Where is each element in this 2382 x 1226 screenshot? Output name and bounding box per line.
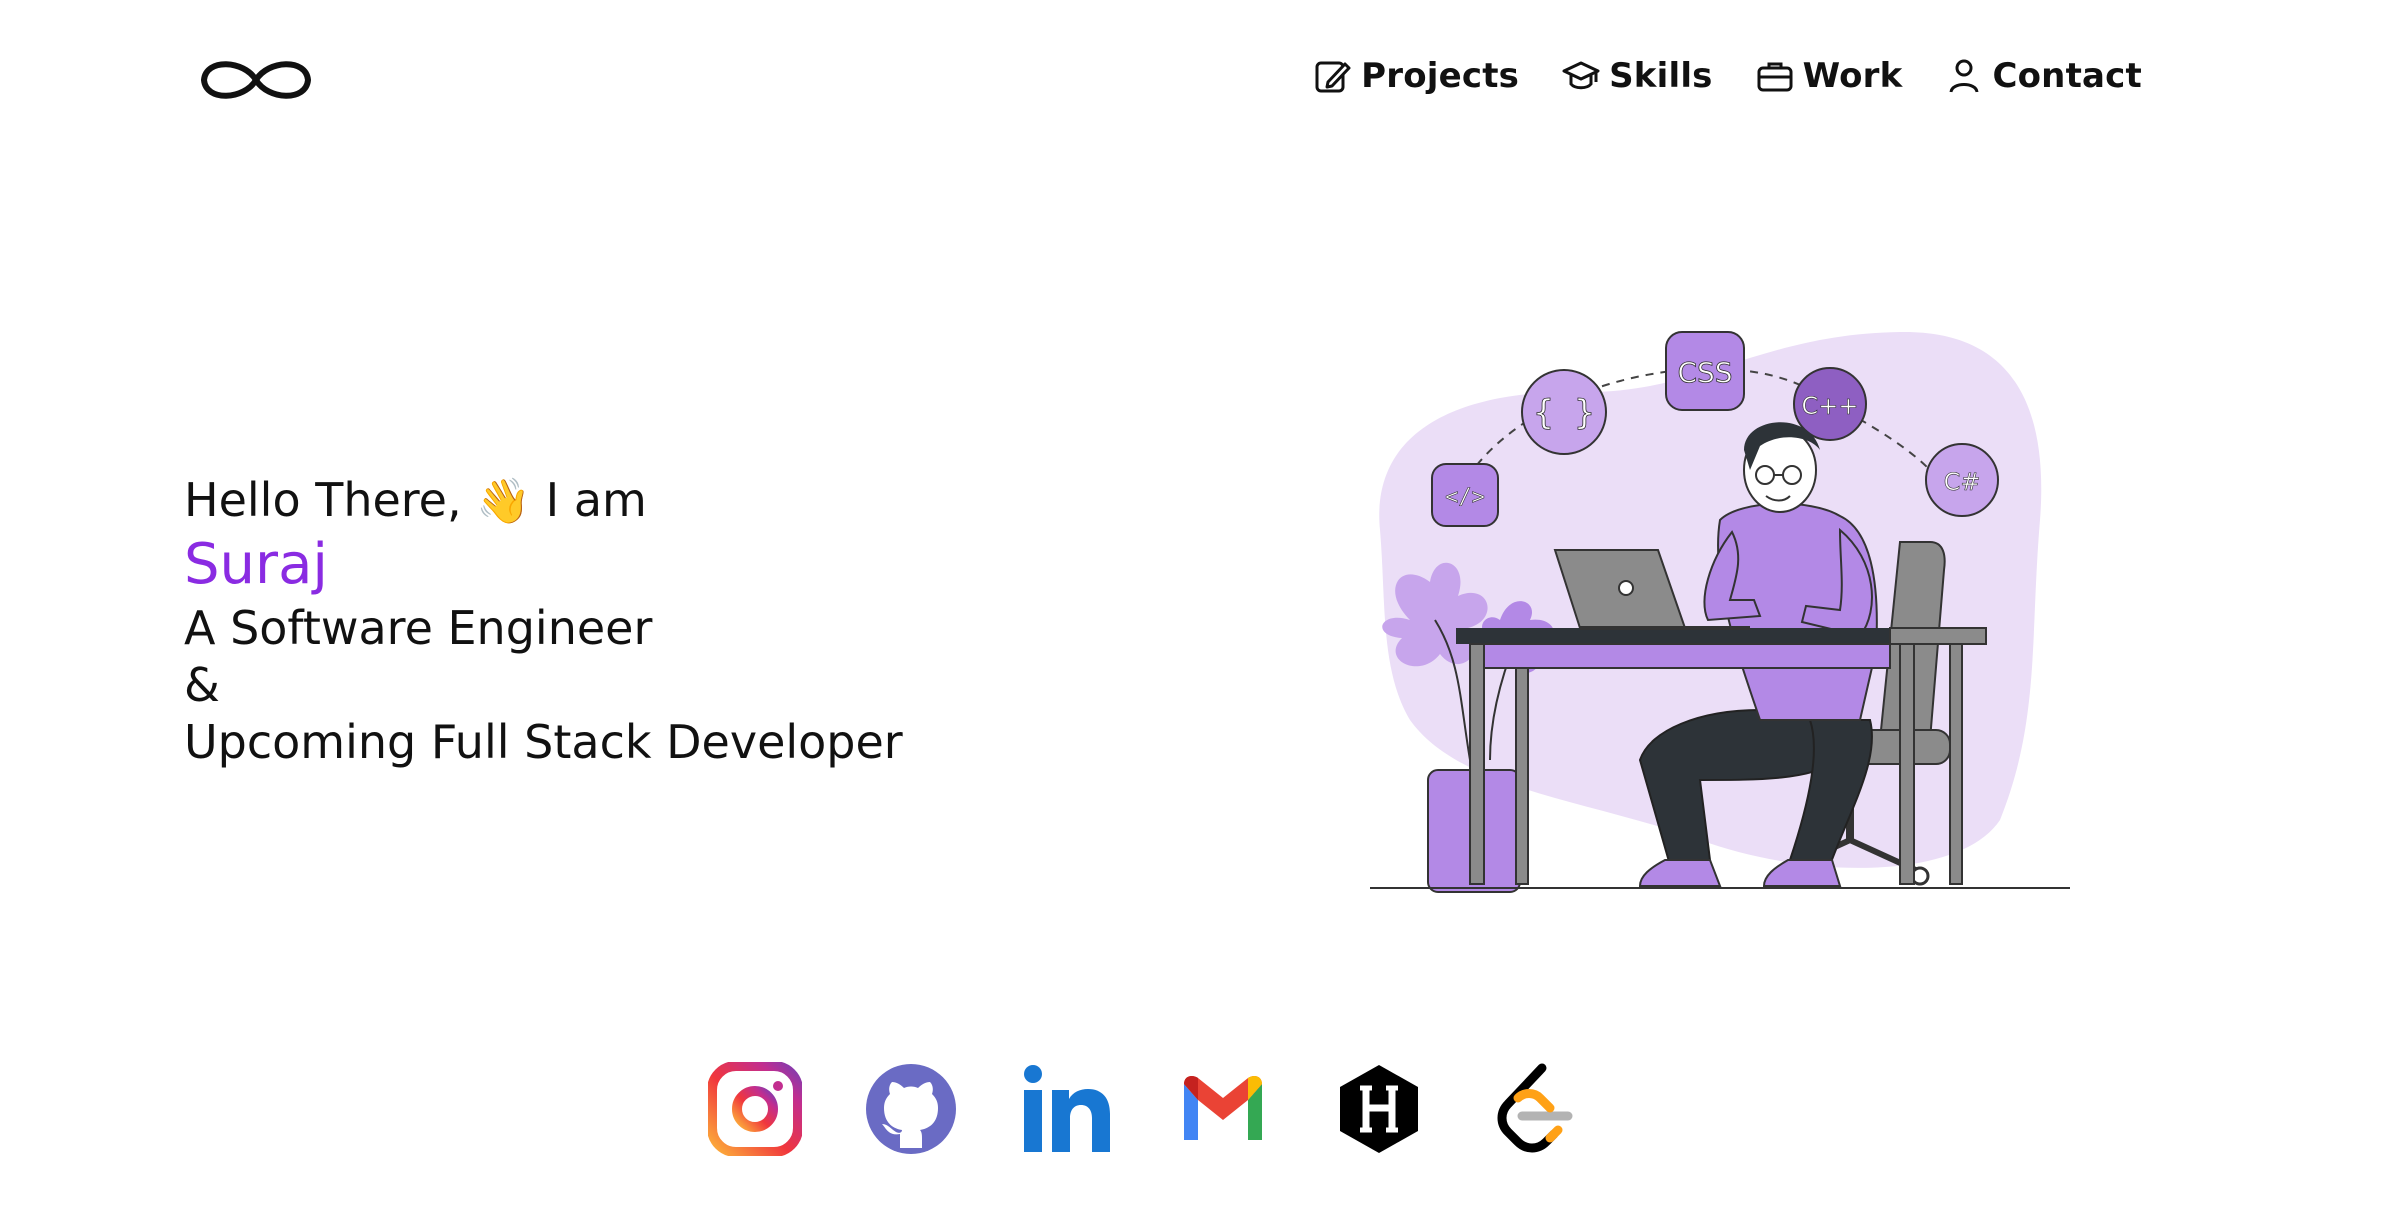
svg-text:{ }: { } xyxy=(1533,393,1594,433)
linkedin-link[interactable] xyxy=(1020,1062,1114,1156)
hero-name: Suraj xyxy=(184,532,328,597)
hashnode-icon xyxy=(1340,1065,1418,1153)
badge-html: </> xyxy=(1431,463,1499,527)
greeting-suffix: I am xyxy=(531,473,647,527)
linkedin-icon xyxy=(1024,1065,1110,1152)
nav-contact[interactable]: Contact xyxy=(1944,56,2142,96)
leetcode-link[interactable] xyxy=(1488,1062,1582,1156)
badge-braces: { } xyxy=(1521,369,1607,455)
gmail-link[interactable] xyxy=(1176,1062,1270,1156)
github-icon xyxy=(866,1064,956,1154)
gmail-icon xyxy=(1184,1076,1262,1140)
user-icon xyxy=(1949,59,1979,93)
nav-label: Skills xyxy=(1609,56,1713,96)
edit-note-icon xyxy=(1315,61,1351,93)
svg-text:</>: </> xyxy=(1445,485,1485,510)
greeting-line: Hello There, 👋 I am xyxy=(184,472,903,530)
nav-skills[interactable]: Skills xyxy=(1561,56,1713,96)
svg-text:C++: C++ xyxy=(1802,392,1859,420)
nav-label: Contact xyxy=(1992,56,2142,96)
badge-css: CSS xyxy=(1665,331,1745,411)
svg-text:C#: C# xyxy=(1944,468,1981,496)
nav-work[interactable]: Work xyxy=(1755,56,1903,96)
greeting-text: Hello There, xyxy=(184,473,477,527)
instagram-link[interactable] xyxy=(708,1062,802,1156)
svg-text:CSS: CSS xyxy=(1677,356,1732,389)
graduation-cap-icon xyxy=(1562,61,1600,90)
instagram-icon xyxy=(708,1062,802,1156)
nav-label: Work xyxy=(1802,56,1903,96)
site-logo[interactable] xyxy=(196,52,316,108)
leetcode-icon xyxy=(1497,1063,1573,1153)
infinity-icon xyxy=(201,61,311,99)
hero-ampersand: & xyxy=(184,658,220,712)
nav-label: Projects xyxy=(1361,56,1520,96)
github-link[interactable] xyxy=(864,1062,958,1156)
hashnode-link[interactable] xyxy=(1332,1062,1426,1156)
hero-subtitle: Upcoming Full Stack Developer xyxy=(184,715,903,769)
nav-projects[interactable]: Projects xyxy=(1313,56,1519,96)
developer-illustration: </> { } CSS C++ C# xyxy=(1340,320,2100,910)
hero-intro: Hello There, 👋 I am Suraj A Software Eng… xyxy=(184,472,903,771)
social-links xyxy=(708,1062,1582,1156)
hero-role: A Software Engineer xyxy=(184,601,653,655)
main-nav: Projects Skills Work Contact xyxy=(1313,56,2142,96)
badge-csharp: C# xyxy=(1925,443,1999,517)
briefcase-icon xyxy=(1757,62,1793,92)
wave-emoji: 👋 xyxy=(476,476,532,527)
